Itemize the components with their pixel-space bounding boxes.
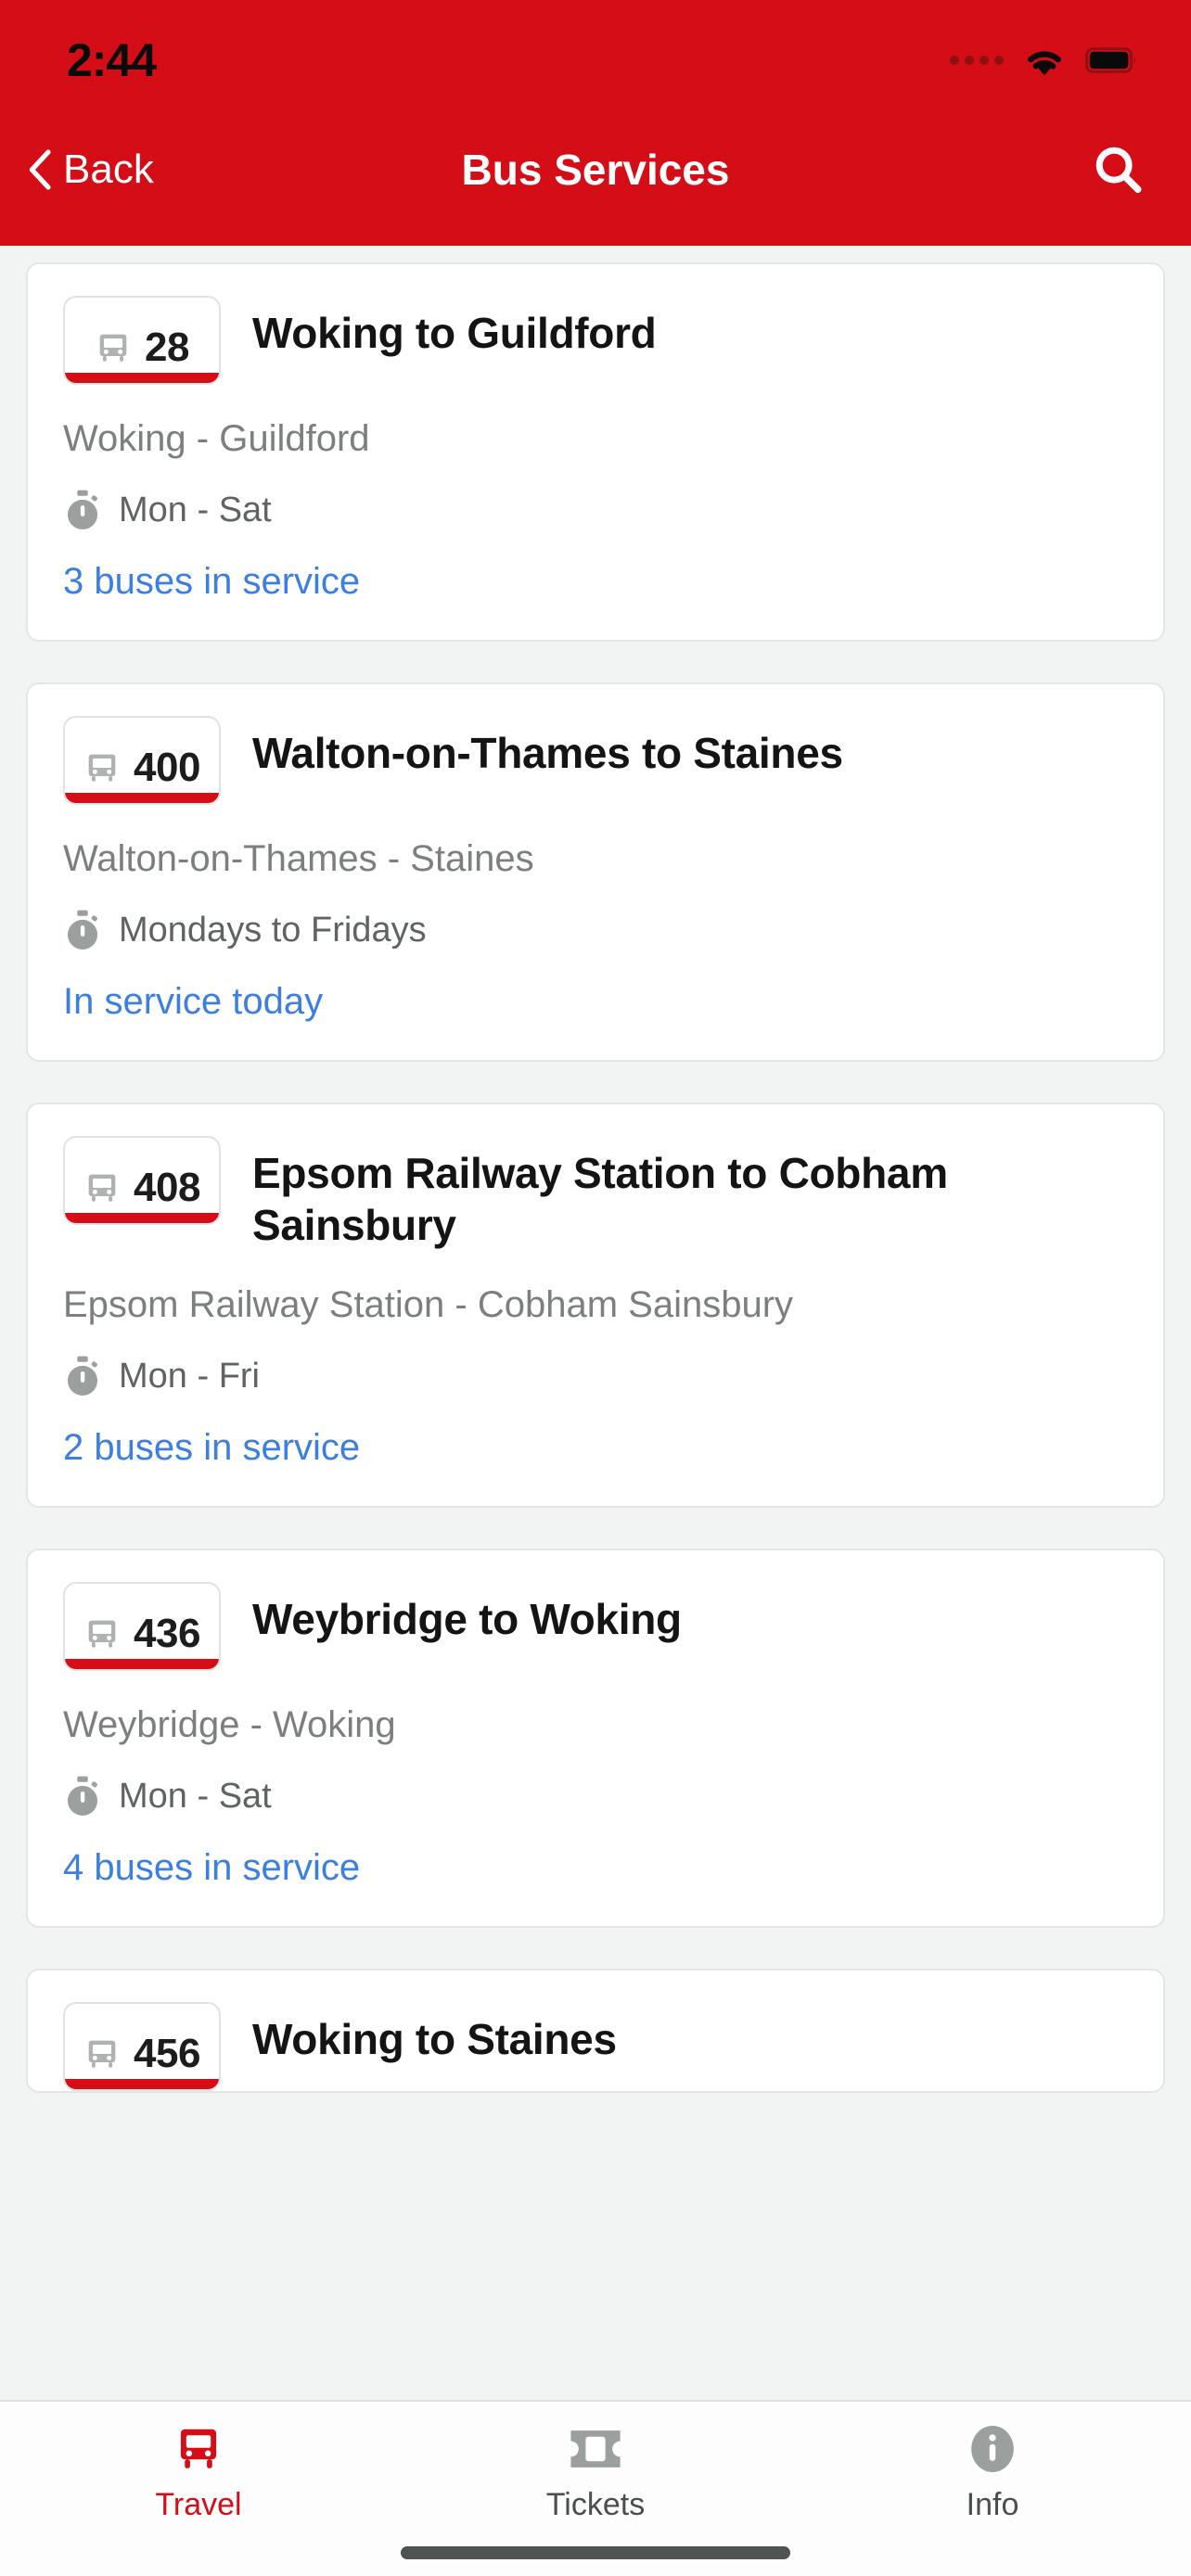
service-days-row: Mon - Fri bbox=[63, 1355, 1128, 1397]
stopwatch-icon bbox=[67, 1356, 98, 1396]
bottom-tab-bar: Travel Tickets Info bbox=[0, 2400, 1191, 2576]
card-header: 436 Weybridge to Woking bbox=[63, 1582, 1128, 1672]
route-number: 400 bbox=[134, 745, 200, 790]
service-route: Weybridge - Woking bbox=[63, 1704, 396, 1746]
badge-accent-bar bbox=[65, 1659, 219, 1670]
bus-icon bbox=[88, 2040, 116, 2068]
tab-tickets[interactable]: Tickets bbox=[397, 2422, 794, 2523]
route-number: 408 bbox=[134, 1165, 200, 1210]
route-number-badge: 408 bbox=[63, 1136, 221, 1225]
app-root: 2:44 Back Bus Services 28 Woking to Guil… bbox=[0, 0, 1191, 2576]
tab-info[interactable]: Info bbox=[794, 2422, 1191, 2523]
service-title: Woking to Staines bbox=[252, 2015, 617, 2064]
bus-icon bbox=[88, 1620, 116, 1648]
tab-info-label: Info bbox=[966, 2487, 1019, 2522]
route-number: 436 bbox=[134, 1611, 200, 1657]
bus-service-card[interactable]: 400 Walton-on-Thames to Staines Walton-o… bbox=[26, 682, 1165, 1062]
route-number-badge: 436 bbox=[63, 1582, 221, 1672]
service-status-link[interactable]: 2 buses in service bbox=[63, 1427, 1128, 1469]
service-days: Mondays to Fridays bbox=[119, 910, 427, 950]
app-header: 2:44 Back Bus Services bbox=[0, 0, 1191, 246]
service-days: Mon - Fri bbox=[119, 1356, 260, 1396]
status-bar: 2:44 bbox=[0, 0, 1191, 93]
bus-icon bbox=[88, 1174, 116, 1202]
back-button-label: Back bbox=[63, 146, 154, 192]
service-title: Walton-on-Thames to Staines bbox=[252, 729, 843, 777]
route-number-badge: 456 bbox=[63, 2002, 221, 2092]
stopwatch-icon bbox=[67, 490, 98, 529]
card-header: 400 Walton-on-Thames to Staines bbox=[63, 716, 1128, 805]
back-button[interactable]: Back bbox=[28, 147, 154, 193]
battery-full-icon bbox=[1085, 47, 1136, 73]
bus-service-card[interactable]: 28 Woking to Guildford Woking - Guildfor… bbox=[26, 262, 1165, 642]
service-title: Woking to Guildford bbox=[252, 309, 657, 357]
service-days-row: Mon - Sat bbox=[63, 489, 1128, 531]
service-days-row: Mon - Sat bbox=[63, 1775, 1128, 1817]
signal-dots-icon bbox=[950, 56, 1004, 65]
badge-accent-bar bbox=[65, 373, 219, 383]
status-bar-indicators bbox=[950, 42, 1137, 79]
search-button[interactable] bbox=[1089, 140, 1148, 199]
bus-icon bbox=[99, 334, 127, 362]
status-bar-time: 2:44 bbox=[67, 34, 157, 86]
service-days: Mon - Sat bbox=[119, 490, 272, 529]
bus-icon bbox=[174, 2422, 223, 2476]
tab-tickets-label: Tickets bbox=[545, 2487, 646, 2522]
service-route: Walton-on-Thames - Staines bbox=[63, 838, 534, 879]
route-number-badge: 28 bbox=[63, 296, 221, 385]
service-status-link[interactable]: 4 buses in service bbox=[63, 1847, 1128, 1889]
badge-accent-bar bbox=[65, 793, 219, 803]
bus-service-card[interactable]: 408 Epsom Railway Station to Cobham Sain… bbox=[26, 1103, 1165, 1509]
service-days: Mon - Sat bbox=[119, 1776, 272, 1816]
card-header: 456 Woking to Staines bbox=[63, 2002, 1128, 2092]
route-number-badge: 400 bbox=[63, 716, 221, 805]
card-header: 408 Epsom Railway Station to Cobham Sain… bbox=[63, 1136, 1128, 1251]
stopwatch-icon bbox=[67, 910, 98, 950]
home-indicator bbox=[401, 2546, 790, 2559]
service-status-link[interactable]: In service today bbox=[63, 981, 1128, 1023]
badge-accent-bar bbox=[65, 2079, 219, 2090]
service-title: Weybridge to Woking bbox=[252, 1595, 682, 1644]
ticket-icon bbox=[567, 2422, 624, 2476]
page-title: Bus Services bbox=[461, 145, 730, 194]
chevron-left-icon bbox=[29, 148, 51, 190]
info-circle-icon bbox=[968, 2422, 1017, 2476]
bus-icon bbox=[88, 754, 116, 782]
service-route: Woking - Guildford bbox=[63, 418, 370, 459]
route-number: 456 bbox=[134, 2031, 200, 2077]
service-days-row: Mondays to Fridays bbox=[63, 909, 1128, 951]
bus-services-list[interactable]: 28 Woking to Guildford Woking - Guildfor… bbox=[0, 246, 1191, 2400]
service-title: Epsom Railway Station to Cobham Sainsbur… bbox=[252, 1149, 948, 1250]
badge-accent-bar bbox=[65, 1213, 219, 1223]
bus-service-card[interactable]: 436 Weybridge to Woking Weybridge - Woki… bbox=[26, 1549, 1165, 1929]
service-route: Epsom Railway Station - Cobham Sainsbury bbox=[63, 1284, 794, 1326]
tab-travel-label: Travel bbox=[155, 2487, 242, 2522]
tab-travel[interactable]: Travel bbox=[0, 2422, 397, 2523]
card-header: 28 Woking to Guildford bbox=[63, 296, 1128, 385]
stopwatch-icon bbox=[67, 1776, 98, 1817]
service-status-link[interactable]: 3 buses in service bbox=[63, 561, 1128, 603]
navigation-bar: Back Bus Services bbox=[0, 93, 1191, 246]
bus-service-card[interactable]: 456 Woking to Staines bbox=[26, 1969, 1165, 2094]
route-number: 28 bbox=[145, 325, 189, 370]
wifi-icon bbox=[1028, 51, 1061, 76]
search-icon bbox=[1095, 147, 1142, 193]
